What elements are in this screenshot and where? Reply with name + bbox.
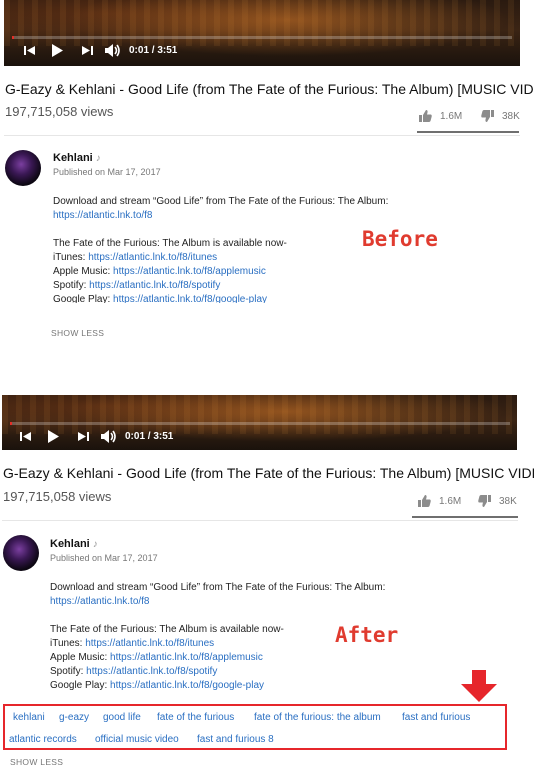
prev-icon[interactable] [20,431,31,442]
tag-link[interactable]: fast and furious 8 [197,734,274,745]
view-count: 197,715,058 views [5,104,114,119]
volume-icon[interactable] [101,430,117,443]
thumbs-down-icon [481,110,494,122]
time-display: 0:01 / 3:51 [129,45,178,56]
dislike-count: 38K [502,110,520,122]
description-link[interactable]: https://atlantic.lnk.to/f8 [50,596,150,607]
thumbs-up-icon [419,110,432,122]
video-player-after[interactable]: 0:01 / 3:51 [2,395,517,450]
video-player-before[interactable]: 0:01 / 3:51 [4,0,520,66]
apple-music-link[interactable]: https://atlantic.lnk.to/f8/applemusic [113,266,266,277]
dislike-button[interactable]: 38K [481,110,520,122]
video-title: G-Eazy & Kehlani - Good Life (from The F… [3,465,534,481]
publish-date: Published on Mar 17, 2017 [53,167,161,177]
google-play-link[interactable]: https://atlantic.lnk.to/f8/google-play [113,294,267,303]
itunes-link[interactable]: https://atlantic.lnk.to/f8/itunes [85,638,214,649]
description-link[interactable]: https://atlantic.lnk.to/f8 [53,210,153,221]
tag-link[interactable]: kehlani [13,712,45,723]
tag-link[interactable]: fast and furious [402,712,470,723]
progress-bar-before[interactable] [12,36,512,39]
thumbs-up-icon [418,495,431,507]
avatar[interactable] [3,535,39,571]
music-note-icon: ♪ [92,539,98,550]
apple-music-link[interactable]: https://atlantic.lnk.to/f8/applemusic [110,652,263,663]
tag-link[interactable]: good life [103,712,141,723]
spotify-link[interactable]: https://atlantic.lnk.to/f8/spotify [89,280,220,291]
prev-icon[interactable] [24,45,35,56]
before-label: Before [362,227,438,251]
publish-date: Published on Mar 17, 2017 [50,553,158,563]
play-icon[interactable] [47,430,59,443]
music-note-icon: ♪ [95,153,101,164]
avatar[interactable] [5,150,41,186]
like-button[interactable]: 1.6M [418,495,461,507]
sentiment-bar [412,516,518,518]
after-label: After [335,623,399,647]
video-title: G-Eazy & Kehlani - Good Life (from The F… [5,81,534,97]
like-button[interactable]: 1.6M [419,110,462,122]
itunes-link[interactable]: https://atlantic.lnk.to/f8/itunes [88,252,217,263]
channel-name[interactable]: Kehlani ♪ [50,538,98,550]
time-display: 0:01 / 3:51 [125,431,174,442]
channel-name[interactable]: Kehlani ♪ [53,152,101,164]
next-icon[interactable] [82,45,93,56]
arrow-down-icon [461,670,497,702]
spotify-link[interactable]: https://atlantic.lnk.to/f8/spotify [86,666,217,677]
google-play-link[interactable]: https://atlantic.lnk.to/f8/google-play [110,680,264,691]
view-count: 197,715,058 views [3,489,112,504]
show-less-button[interactable]: SHOW LESS [51,328,104,338]
progress-bar-after[interactable] [10,422,510,425]
dislike-button[interactable]: 38K [478,495,517,507]
show-less-button[interactable]: SHOW LESS [10,757,63,767]
tag-link[interactable]: atlantic records [9,734,77,745]
tag-link[interactable]: official music video [95,734,179,745]
sentiment-bar [417,131,519,133]
tag-link[interactable]: g-eazy [59,712,89,723]
like-count: 1.6M [439,495,462,507]
volume-icon[interactable] [105,44,121,57]
tag-link[interactable]: fate of the furious [157,712,234,723]
dislike-count: 38K [499,495,517,507]
next-icon[interactable] [78,431,89,442]
thumbs-down-icon [478,495,491,507]
play-icon[interactable] [51,44,63,57]
tag-link[interactable]: fate of the furious: the album [254,712,381,723]
description: Download and stream “Good Life” from The… [53,196,389,303]
like-count: 1.6M [440,110,463,122]
